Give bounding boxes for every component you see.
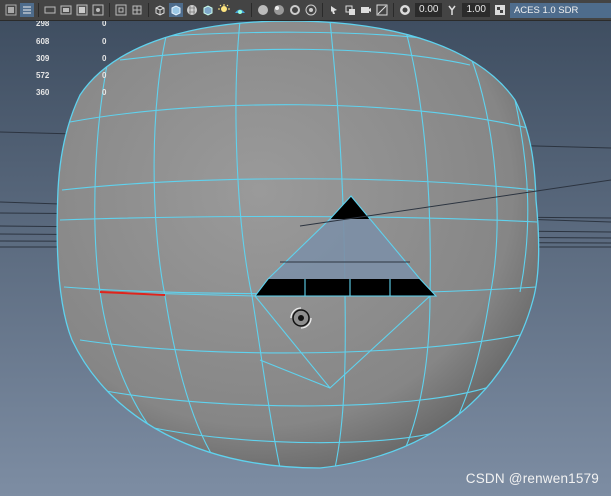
toolbar-separator [322, 3, 323, 17]
watermark-text: CSDN @renwen1579 [465, 471, 599, 486]
ambient-occlusion-icon[interactable] [272, 3, 286, 17]
exposure-field[interactable]: 0.00 [415, 3, 443, 17]
sphere-mesh[interactable] [56, 21, 540, 469]
hud-value: 0 [102, 88, 107, 97]
motion-blur-icon[interactable] [288, 3, 302, 17]
field-chart-icon[interactable] [91, 3, 105, 17]
hud-row: 360 0 [36, 88, 106, 97]
isolate-icon[interactable] [256, 3, 270, 17]
gamma-field[interactable]: 1.00 [462, 3, 490, 17]
hud-label: 298 [36, 21, 50, 28]
isolate-select-icon[interactable] [327, 3, 341, 17]
toolbar-separator [393, 3, 394, 17]
hud-row: 298 0 [36, 21, 106, 28]
exposure-icon[interactable] [398, 3, 412, 17]
smooth-shade-icon[interactable] [169, 3, 183, 17]
wireframe-cube-icon[interactable] [153, 3, 167, 17]
hud-value: 0 [102, 71, 107, 80]
display-list-icon[interactable] [20, 3, 34, 17]
toolbar-separator [148, 3, 149, 17]
lights-icon[interactable] [201, 3, 215, 17]
field-chart-icon[interactable] [130, 3, 144, 17]
3d-viewport[interactable]: 298 0 608 0 309 0 572 0 360 0 [0, 21, 611, 496]
hud-row: 572 0 [36, 71, 106, 80]
toolbar-separator [38, 3, 39, 17]
hud-row: 608 0 [36, 37, 106, 46]
lower-triangle-hole [255, 279, 436, 296]
film-gate-icon[interactable] [43, 3, 57, 17]
hud-label: 572 [36, 71, 50, 80]
hud-value: 0 [102, 21, 107, 28]
xray-active-icon[interactable] [343, 3, 357, 17]
color-management-icon[interactable] [493, 3, 507, 17]
textured-icon[interactable] [185, 3, 199, 17]
hud-value: 0 [102, 54, 107, 63]
hud-value: 0 [102, 37, 107, 46]
hud-row: 309 0 [36, 54, 106, 63]
camera-attributes-icon[interactable] [359, 3, 373, 17]
select-icon[interactable] [4, 3, 18, 17]
resolution-gate-icon[interactable] [59, 3, 73, 17]
hud-label: 360 [36, 88, 50, 97]
bookmark-icon[interactable] [375, 3, 389, 17]
toolbar-separator [109, 3, 110, 17]
grid-toggle-icon[interactable] [75, 3, 89, 17]
safe-action-icon[interactable] [114, 3, 128, 17]
shadows-icon[interactable] [217, 3, 231, 17]
toolbar-separator [251, 3, 252, 17]
hud-label: 608 [36, 37, 50, 46]
viewport-scene [0, 21, 611, 496]
gamma-icon[interactable] [445, 3, 459, 17]
anti-alias-icon[interactable] [304, 3, 318, 17]
xray-icon[interactable] [233, 3, 247, 17]
viewport-toolbar: 0.00 1.00 ACES 1.0 SDR [0, 0, 611, 21]
color-space-selector[interactable]: ACES 1.0 SDR [509, 2, 611, 18]
hud-label: 309 [36, 54, 50, 63]
